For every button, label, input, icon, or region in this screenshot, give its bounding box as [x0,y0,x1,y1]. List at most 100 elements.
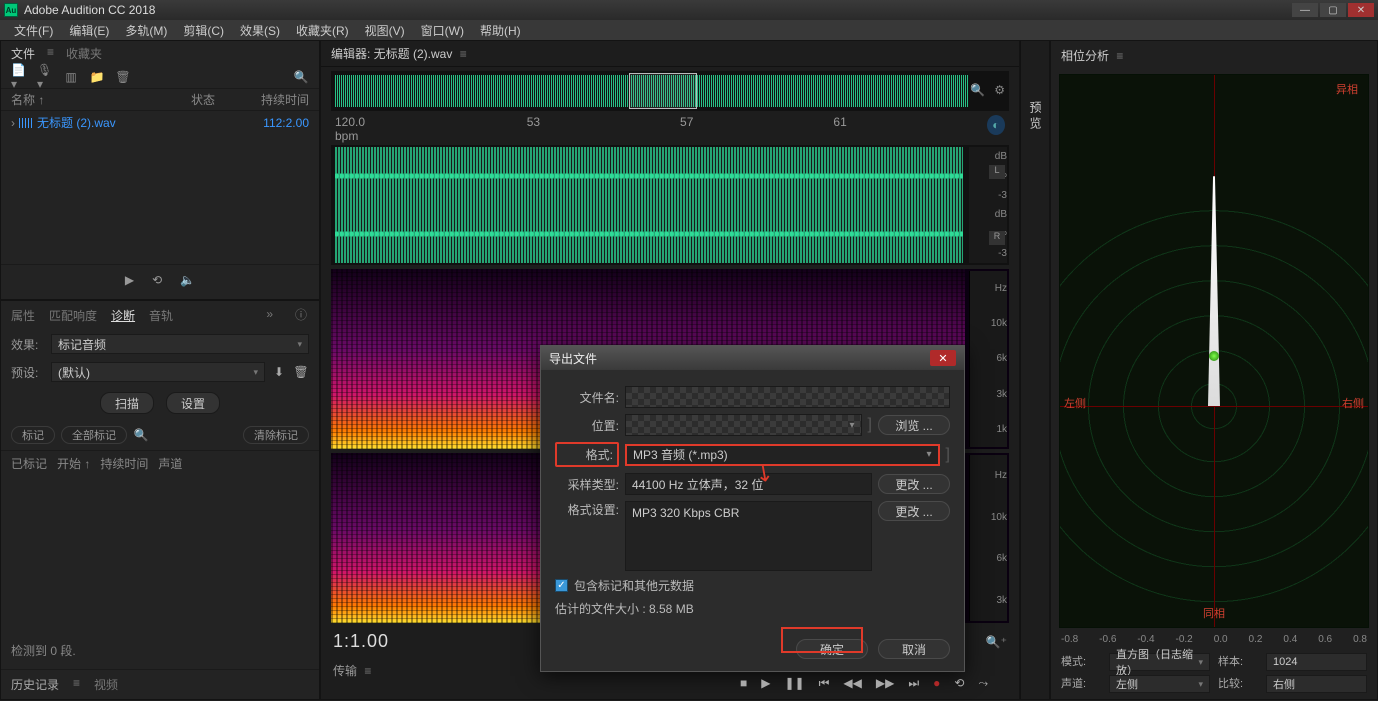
open-file-icon[interactable]: 📄▾ [11,70,27,84]
record-icon[interactable]: 🎙▾ [37,70,53,84]
effect-select[interactable]: 标记音频▾ [51,334,309,354]
zoom-tool-icon[interactable]: 🔍 [970,83,985,97]
phase-compare-select[interactable]: 右侧 [1266,675,1367,693]
bpm-display: 120.0 bpm [335,115,387,143]
loop-button[interactable]: ⟲ [954,676,964,691]
file-duration: 112:2.00 [191,116,309,130]
format-select[interactable]: MP3 音频 (*.mp3)▾ [625,444,940,466]
tab-track[interactable]: 音轨 [149,307,173,324]
menu-clip[interactable]: 剪辑(C) [177,20,230,41]
circle-tool-icon[interactable]: ◐ [987,115,1005,135]
search-markers-icon[interactable]: 🔍 [133,428,149,442]
transport-label: 传输 [333,664,357,678]
waveform-editor[interactable]: dB - ∞ -3 dB - ∞ -3 L R [331,145,1009,265]
tab-files[interactable]: 文件 [11,45,35,62]
settings-gear-icon[interactable]: ⚙ [994,83,1005,97]
forward-button[interactable]: ▶▶ [876,676,894,691]
multitrack-icon[interactable]: ▥ [63,70,79,84]
cancel-button[interactable]: 取消 [878,639,950,659]
col-name[interactable]: 名称 ↑ [11,91,191,108]
play-icon[interactable]: ▶ [125,273,134,287]
preset-label: 预设: [11,364,45,381]
ok-button[interactable]: 确定 [796,639,868,659]
browse-button[interactable]: 浏览 ... [878,415,950,435]
skip-back-button[interactable]: ⏮ [819,676,830,691]
mark-button[interactable]: 标记 [11,426,55,444]
tick-57: 57 [680,115,693,143]
sample-value: 44100 Hz 立体声，32 位 [625,473,872,495]
menu-window[interactable]: 窗口(W) [415,20,470,41]
stop-button[interactable]: ■ [740,676,747,691]
overview-waveform[interactable]: 🔍 ⚙ [331,71,1009,111]
play-button[interactable]: ▶ [761,676,770,691]
zoom-in-icon[interactable]: 🔍⁺ [986,635,1007,649]
loop-icon[interactable]: ⟲ [152,273,162,287]
col-marked[interactable]: 已标记 [11,455,47,472]
rewind-button[interactable]: ◀◀ [843,676,861,691]
phase-panel-title: 相位分析 [1061,49,1109,63]
save-preset-icon[interactable]: ⬇︎ [271,365,287,379]
search-icon[interactable]: 🔍 [293,70,309,84]
menu-file[interactable]: 文件(F) [8,20,59,41]
include-metadata-checkbox[interactable]: ✓ [555,579,568,592]
phase-axis: -0.8-0.6 -0.4-0.2 0.00.2 0.40.6 0.8 [1051,632,1377,647]
phase-mode-select[interactable]: 直方图（日志缩放）▾ [1109,653,1210,671]
tab-diagnostics[interactable]: 诊断 [111,307,135,324]
tab-history[interactable]: 历史记录 [11,676,59,693]
change-sample-button[interactable]: 更改 ... [878,474,950,494]
import-file-icon[interactable]: 📁 [89,70,105,84]
more-tabs[interactable]: » [266,307,273,324]
dialog-close-button[interactable]: ✕ [930,350,956,366]
file-row[interactable]: › 无标题 (2).wav 112:2.00 [1,111,319,134]
col-dur[interactable]: 持续时间 [100,455,148,472]
minimize-button[interactable]: — [1292,3,1318,17]
skip-silence-button[interactable]: ⤳ [978,676,988,691]
menu-help[interactable]: 帮助(H) [474,20,527,41]
menu-view[interactable]: 视图(V) [359,20,411,41]
location-select[interactable]: ▾ [625,414,862,436]
pause-button[interactable]: ❚❚ [784,676,804,691]
delete-preset-icon[interactable]: 🗑 [293,365,309,379]
sample-label: 采样类型: [555,476,619,493]
skip-forward-button[interactable]: ⏭ [908,676,919,691]
app-icon: Au [4,3,18,17]
tab-video[interactable]: 视频 [94,676,118,693]
delete-icon[interactable]: 🗑 [115,70,131,84]
clear-marks-button[interactable]: 清除标记 [243,426,309,444]
export-dialog: 导出文件 ✕ 文件名: 位置: ▾ ] 浏览 ... 格式: MP3 音频 (*… [540,345,965,672]
tick-53: 53 [527,115,540,143]
record-button[interactable]: ● [933,676,940,691]
phase-samples-select[interactable]: 1024 [1266,653,1367,671]
mark-all-button[interactable]: 全部标记 [61,426,127,444]
fmtset-value: MP3 320 Kbps CBR [625,501,872,571]
info-icon[interactable]: ⓘ [293,307,309,321]
include-metadata-label: 包含标记和其他元数据 [574,577,694,594]
col-start[interactable]: 开始 ↑ [57,455,90,472]
menu-effects[interactable]: 效果(S) [234,20,286,41]
estimate-label: 估计的文件大小 : 8.58 MB [555,600,694,617]
menu-edit[interactable]: 编辑(E) [63,20,115,41]
preview-label[interactable]: 预览 [1021,41,1050,193]
col-status[interactable]: 状态 [191,91,251,108]
editor-title: 编辑器: 无标题 (2).wav [331,47,452,61]
col-channel[interactable]: 声道 [158,455,182,472]
close-window-button[interactable]: ✕ [1348,3,1374,17]
channel-l-button[interactable]: L [989,165,1005,179]
menu-favorites[interactable]: 收藏夹(R) [290,20,355,41]
dialog-title: 导出文件 [549,350,597,367]
scan-button[interactable]: 扫描 [100,392,154,414]
file-name: 无标题 (2).wav [37,114,116,131]
tab-favorites[interactable]: 收藏夹 [66,45,102,62]
channel-r-button[interactable]: R [989,231,1005,245]
phase-channel-select[interactable]: 左侧▾ [1109,675,1210,693]
tab-loudness[interactable]: 匹配响度 [49,307,97,324]
menu-multitrack[interactable]: 多轨(M) [119,20,173,41]
col-duration[interactable]: 持续时间 [251,91,309,108]
tab-properties[interactable]: 属性 [11,307,35,324]
preset-select[interactable]: (默认)▾ [51,362,265,382]
maximize-button[interactable]: ▢ [1320,3,1346,17]
change-format-button[interactable]: 更改 ... [878,501,950,521]
filename-input[interactable] [625,386,950,408]
settings-button[interactable]: 设置 [166,392,220,414]
volume-icon[interactable]: 🔈 [180,273,195,287]
